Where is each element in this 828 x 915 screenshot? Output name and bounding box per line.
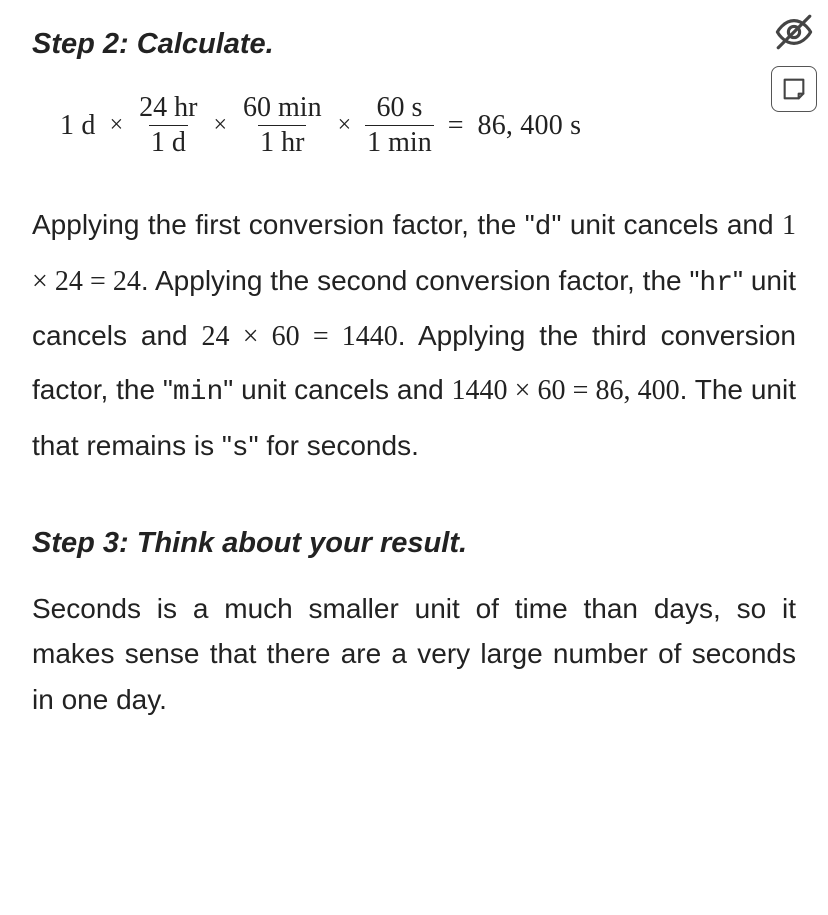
unit-min: min: [173, 377, 223, 408]
times-2: ×: [213, 109, 227, 143]
frac1-num: 24 hr: [137, 93, 199, 126]
unit-hr: hr: [699, 268, 733, 299]
exp-t3: . Applying the second conversion factor,…: [141, 265, 700, 296]
toolbar-icons: [768, 10, 820, 112]
frac2-num: 60 min: [241, 93, 324, 126]
exp-t2: " unit cancels and: [551, 209, 782, 240]
unit-d: d: [535, 212, 552, 243]
fraction-3: 60 s 1 min: [365, 93, 434, 160]
times-1: ×: [110, 109, 124, 143]
hide-icon[interactable]: [768, 10, 820, 54]
fraction-2: 60 min 1 hr: [241, 93, 324, 160]
frac1-den: 1 d: [149, 125, 188, 159]
times-3: ×: [338, 109, 352, 143]
math-2: 24 × 60 = 1440: [202, 321, 398, 352]
step3-title: Step 3: Think about your result.: [32, 523, 796, 564]
frac3-den: 1 min: [365, 125, 434, 159]
exp-t1: Applying the first conversion factor, th…: [32, 209, 535, 240]
step2-explanation: Applying the first conversion factor, th…: [32, 199, 796, 475]
exp-t8: " for seconds.: [249, 430, 419, 461]
exp-t6: " unit cancels and: [223, 374, 451, 405]
frac3-num: 60 s: [374, 93, 424, 126]
fraction-1: 24 hr 1 d: [137, 93, 199, 160]
equation-result: 86, 400 s: [478, 106, 582, 145]
unit-s: s: [232, 433, 249, 464]
note-icon[interactable]: [771, 66, 817, 112]
math-3: 1440 × 60 = 86, 400: [452, 375, 680, 406]
step3-text: Seconds is a much smaller unit of time t…: [32, 586, 796, 722]
step2-title: Step 2: Calculate.: [32, 24, 796, 65]
conversion-equation: 1 d × 24 hr 1 d × 60 min 1 hr × 60 s 1 m…: [60, 93, 796, 160]
frac2-den: 1 hr: [258, 125, 306, 159]
equals-sign: =: [448, 106, 464, 145]
equation-lead: 1 d: [60, 106, 96, 145]
